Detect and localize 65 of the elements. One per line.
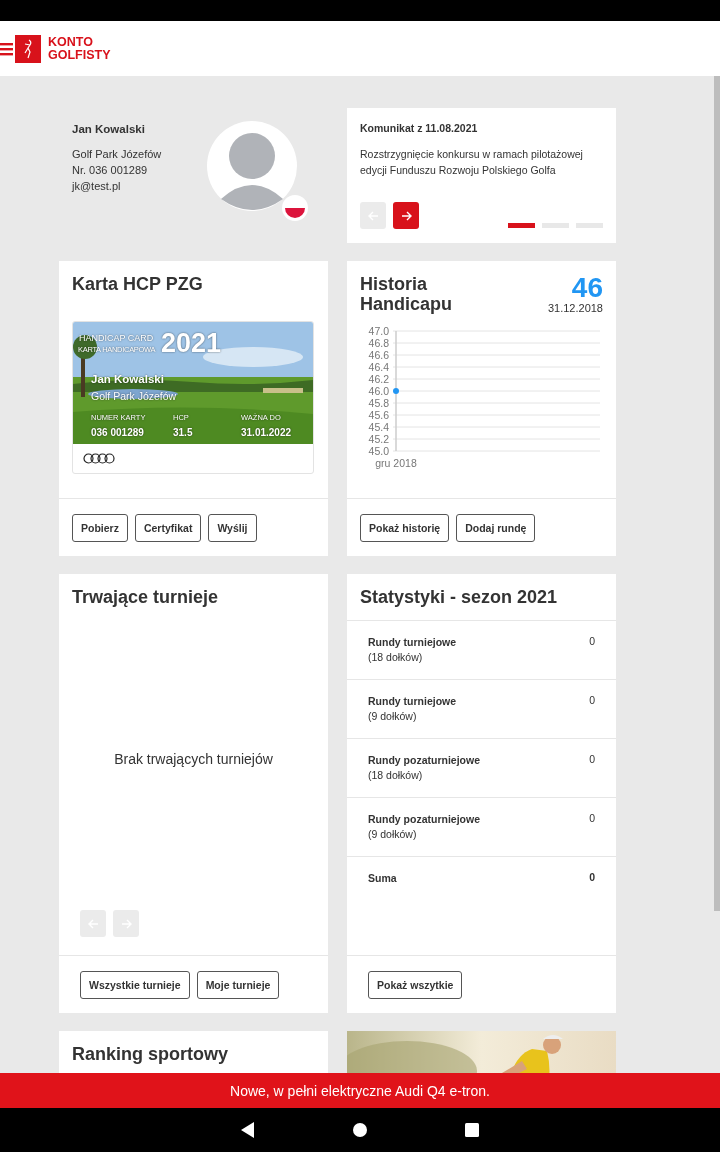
axis-label: 46.0: [368, 385, 389, 397]
axis-label: 45.4: [368, 421, 389, 433]
stat-sublabel: (18 dołków): [368, 768, 424, 783]
axis-label: 47.0: [368, 326, 389, 337]
stat-sublabel: (9 dołków): [368, 709, 418, 724]
stat-value: 0: [589, 812, 595, 826]
rings-logo-icon: [83, 453, 115, 464]
profile-name: Jan Kowalski: [72, 122, 146, 137]
profile-email: jk@test.pl: [72, 179, 122, 194]
empty-message: Brak trwających turniejów: [113, 750, 274, 767]
golfer-logo-icon: [15, 34, 41, 63]
menu-icon[interactable]: [0, 41, 13, 56]
scrollbar[interactable]: [714, 76, 720, 911]
axis-label: 45.0: [368, 445, 389, 457]
data-point: [393, 388, 399, 394]
card-title: Ranking sportowy: [72, 1044, 229, 1064]
stat-value: 0: [589, 694, 595, 708]
action-button[interactable]: Wyślij: [208, 513, 257, 542]
axis-label: 46.6: [368, 349, 389, 361]
promo-banner[interactable]: Nowe, w pełni elektryczne Audi Q4 e-tron.: [0, 1073, 720, 1108]
axis-label: 45.8: [368, 397, 389, 409]
stat-value: 0: [589, 753, 595, 767]
card-title: Statystyki - sezon 2021: [360, 587, 559, 607]
stat-label: Rundy pozaturniejowe: [368, 812, 480, 827]
recents-icon[interactable]: [465, 1123, 479, 1137]
notice-title: Komunikat z 11.08.2021: [360, 122, 479, 134]
stat-value: 0: [589, 871, 595, 885]
card-year: 2021: [161, 328, 222, 359]
axis-label: gru 2018: [375, 457, 417, 469]
page-indicator[interactable]: [508, 223, 535, 228]
stat-sublabel: (9 dołków): [368, 827, 418, 842]
axis-label: 46.8: [368, 337, 389, 349]
stat-label: Rundy turniejowe: [368, 635, 457, 650]
handicap-date: 31.12.2018: [547, 302, 603, 314]
stat-label: Rundy turniejowe: [368, 694, 457, 709]
action-button[interactable]: Dodaj rundę: [456, 513, 536, 542]
axis-label: 46.2: [368, 373, 389, 385]
action-button[interactable]: Moje turnieje: [196, 970, 280, 999]
action-button[interactable]: Wszystkie turnieje: [80, 970, 190, 999]
action-button[interactable]: Certyfikat: [134, 513, 202, 542]
next-button[interactable]: [393, 202, 419, 229]
home-icon[interactable]: [353, 1123, 367, 1137]
stat-value: 0: [589, 635, 595, 649]
axis-label: 45.6: [368, 409, 389, 421]
profile-number: Nr. 036 001289: [72, 163, 149, 178]
card-title: Trwające turnieje: [71, 587, 220, 607]
logo-text: KONTO: [48, 35, 94, 49]
axis-label: 45.2: [368, 433, 389, 445]
card-title: Historia Handicapu: [360, 274, 453, 314]
stat-label: Rundy pozaturniejowe: [368, 753, 480, 768]
action-button[interactable]: Pokaż historię: [360, 513, 450, 542]
action-button[interactable]: Pokaż wszytkie: [368, 970, 463, 999]
back-icon[interactable]: [241, 1122, 255, 1138]
notice-text: Rozstrzygnięcie konkursu w ramach pilotażowej edycji Funduszu Rozwoju Polskiego Golfa: [360, 147, 584, 178]
handicap-value: 46: [571, 274, 603, 302]
stat-sublabel: (18 dołków): [368, 650, 424, 665]
arrow-right-icon: [400, 210, 412, 221]
axis-label: 46.4: [368, 361, 389, 373]
stat-label: Suma: [368, 871, 397, 886]
poland-flag-icon: [282, 195, 308, 221]
action-button[interactable]: Pobierz: [72, 513, 128, 542]
avatar-icon: [207, 121, 297, 211]
logo-text: GOLFISTY: [48, 48, 111, 62]
card-title: Karta HCP PZG: [72, 274, 204, 294]
profile-club: Golf Park Józefów: [72, 147, 163, 162]
